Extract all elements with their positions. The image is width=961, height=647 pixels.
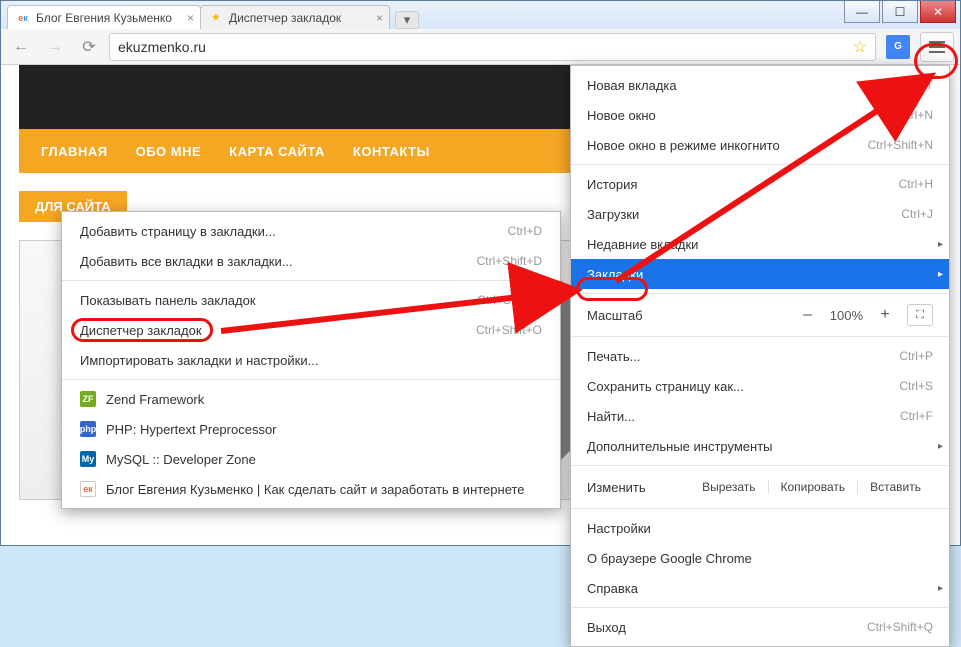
favicon-bookmarks: ★ <box>209 11 223 25</box>
zoom-value: 100% <box>830 308 863 323</box>
edit-cut[interactable]: Вырезать <box>690 480 767 494</box>
tab-1[interactable]: ек Блог Евгения Кузьменко × <box>7 5 201 29</box>
menu-exit[interactable]: ВыходCtrl+Shift+Q <box>571 612 949 642</box>
bookmark-icon-ek: ек <box>80 481 96 497</box>
new-tab-button[interactable]: ▾ <box>395 11 419 29</box>
submenu-add-page[interactable]: Добавить страницу в закладки...Ctrl+D <box>62 216 560 246</box>
browser-window: ек Блог Евгения Кузьменко × ★ Диспетчер … <box>0 0 961 546</box>
menu-settings[interactable]: Настройки <box>571 513 949 543</box>
maximize-button[interactable]: ☐ <box>882 1 918 23</box>
menu-help[interactable]: Справка▸ <box>571 573 949 603</box>
favicon-ek: ек <box>16 11 30 25</box>
forward-button[interactable]: → <box>41 33 69 61</box>
translate-extension-icon[interactable]: G <box>886 35 910 59</box>
menu-find[interactable]: Найти...Ctrl+F <box>571 401 949 431</box>
submenu-show-bar[interactable]: Показывать панель закладокCtrl+Shift+B <box>62 285 560 315</box>
close-window-button[interactable]: ✕ <box>920 1 956 23</box>
reload-button[interactable]: ⟳ <box>75 33 103 61</box>
tab-title: Диспетчер закладок <box>229 11 341 25</box>
nav-sitemap[interactable]: КАРТА САЙТА <box>229 144 325 159</box>
menu-new-tab[interactable]: Новая вкладкаCtrl+T <box>571 70 949 100</box>
edit-copy[interactable]: Копировать <box>768 480 858 494</box>
zoom-out-button[interactable]: – <box>800 306 816 324</box>
menu-incognito[interactable]: Новое окно в режиме инкогнитоCtrl+Shift+… <box>571 130 949 160</box>
fullscreen-button[interactable]: ⛶ <box>907 304 933 326</box>
window-controls: — ☐ ✕ <box>844 1 956 23</box>
edit-label: Изменить <box>587 480 646 495</box>
nav-about[interactable]: ОБО МНЕ <box>136 144 202 159</box>
submenu-bookmark-manager[interactable]: Диспетчер закладокCtrl+Shift+O <box>62 315 560 345</box>
main-menu-button[interactable] <box>920 32 954 62</box>
menu-new-window[interactable]: Новое окноCtrl+N <box>571 100 949 130</box>
menu-zoom: Масштаб – 100% + ⛶ <box>571 298 949 332</box>
submenu-add-all[interactable]: Добавить все вкладки в закладки...Ctrl+S… <box>62 246 560 276</box>
nav-contacts[interactable]: КОНТАКТЫ <box>353 144 430 159</box>
tab-strip: ек Блог Евгения Кузьменко × ★ Диспетчер … <box>7 5 419 29</box>
toolbar: ← → ⟳ ekuzmenko.ru ☆ G <box>1 29 960 65</box>
close-tab-icon[interactable]: × <box>376 11 383 25</box>
menu-edit: Изменить Вырезать Копировать Вставить <box>571 470 949 504</box>
close-tab-icon[interactable]: × <box>187 11 194 25</box>
menu-bookmarks[interactable]: Закладки▸ <box>571 259 949 289</box>
menu-history[interactable]: ИсторияCtrl+H <box>571 169 949 199</box>
chrome-main-menu: Новая вкладкаCtrl+T Новое окноCtrl+N Нов… <box>570 65 950 647</box>
menu-save-as[interactable]: Сохранить страницу как...Ctrl+S <box>571 371 949 401</box>
zoom-label: Масштаб <box>587 308 643 323</box>
url-text: ekuzmenko.ru <box>118 39 206 55</box>
menu-about[interactable]: О браузере Google Chrome <box>571 543 949 573</box>
tab-title: Блог Евгения Кузьменко <box>36 11 172 25</box>
address-bar[interactable]: ekuzmenko.ru ☆ <box>109 33 876 61</box>
nav-home[interactable]: ГЛАВНАЯ <box>41 144 108 159</box>
bookmark-star-icon[interactable]: ☆ <box>853 37 867 57</box>
bookmark-icon-mysql: My <box>80 451 96 467</box>
menu-downloads[interactable]: ЗагрузкиCtrl+J <box>571 199 949 229</box>
submenu-import[interactable]: Импортировать закладки и настройки... <box>62 345 560 375</box>
bookmarks-submenu: Добавить страницу в закладки...Ctrl+D До… <box>61 211 561 509</box>
edit-paste[interactable]: Вставить <box>857 480 933 494</box>
titlebar: ек Блог Евгения Кузьменко × ★ Диспетчер … <box>1 1 960 29</box>
menu-print[interactable]: Печать...Ctrl+P <box>571 341 949 371</box>
menu-more-tools[interactable]: Дополнительные инструменты▸ <box>571 431 949 461</box>
tab-2[interactable]: ★ Диспетчер закладок × <box>200 5 390 29</box>
bookmark-icon-zf: ZF <box>80 391 96 407</box>
minimize-button[interactable]: — <box>844 1 880 23</box>
bookmark-item-mysql[interactable]: MyMySQL :: Developer Zone <box>62 444 560 474</box>
bookmark-item-blog[interactable]: екБлог Евгения Кузьменко | Как сделать с… <box>62 474 560 504</box>
bookmark-icon-php: php <box>80 421 96 437</box>
bookmark-item-zend[interactable]: ZFZend Framework <box>62 384 560 414</box>
bookmark-item-php[interactable]: phpPHP: Hypertext Preprocessor <box>62 414 560 444</box>
zoom-in-button[interactable]: + <box>877 306 893 324</box>
menu-recent-tabs[interactable]: Недавние вкладки▸ <box>571 229 949 259</box>
back-button[interactable]: ← <box>7 33 35 61</box>
